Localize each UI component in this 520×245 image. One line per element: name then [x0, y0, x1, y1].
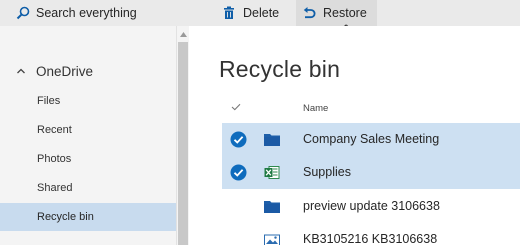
- sidebar-scrollbar[interactable]: [176, 26, 189, 245]
- sidebar-item-recycle-bin[interactable]: Recycle bin: [0, 203, 176, 231]
- file-name[interactable]: KB3105216 KB3106638: [303, 232, 437, 245]
- sidebar-item-label: Photos: [37, 153, 72, 165]
- main-content: Recycle bin Name Company Sales Meeting S…: [189, 26, 520, 245]
- table-row[interactable]: preview update 3106638: [222, 190, 520, 223]
- sidebar-item-label: Recent: [37, 124, 72, 136]
- restore-icon: [303, 7, 316, 19]
- excel-file-icon: [264, 166, 280, 179]
- checked-circle-icon[interactable]: [230, 131, 247, 148]
- sidebar-item-shared[interactable]: Shared: [0, 174, 176, 202]
- command-bar: Search everything Delete Restore: [0, 0, 520, 26]
- table-row[interactable]: Company Sales Meeting: [222, 123, 520, 156]
- chevron-up-icon[interactable]: [16, 66, 26, 76]
- sidebar-item-label: Files: [37, 95, 61, 107]
- search-icon: [16, 6, 30, 20]
- file-name[interactable]: preview update 3106638: [303, 199, 440, 213]
- sidebar-item-label: Recycle bin: [37, 211, 94, 223]
- table-row[interactable]: Supplies: [222, 156, 520, 189]
- restore-label: Restore: [323, 6, 367, 20]
- nav-onedrive-root[interactable]: OneDrive: [0, 58, 176, 84]
- folder-icon: [264, 134, 280, 146]
- table-row[interactable]: KB3105216 KB3106638: [222, 223, 520, 245]
- file-name[interactable]: Supplies: [303, 165, 351, 179]
- scrollbar-thumb[interactable]: [178, 42, 188, 245]
- left-nav: OneDrive Files Recent Photos Shared Recy…: [0, 26, 176, 245]
- trash-icon: [224, 6, 234, 19]
- sidebar-item-photos[interactable]: Photos: [0, 145, 176, 173]
- nav-root-label: OneDrive: [36, 63, 94, 79]
- folder-icon: [264, 201, 280, 213]
- search-box[interactable]: Search everything: [0, 0, 189, 26]
- sidebar-item-label: Shared: [37, 182, 73, 194]
- sidebar-item-recent[interactable]: Recent: [0, 116, 176, 144]
- search-input[interactable]: Search everything: [36, 6, 137, 20]
- column-header-name[interactable]: Name: [303, 103, 328, 114]
- checked-circle-icon[interactable]: [230, 164, 247, 181]
- select-all-check-icon[interactable]: [231, 103, 241, 111]
- restore-button[interactable]: Restore: [296, 0, 377, 26]
- delete-button[interactable]: Delete: [222, 0, 279, 26]
- delete-label: Delete: [243, 6, 280, 20]
- page-title: Recycle bin: [219, 56, 341, 82]
- image-file-icon: [264, 234, 280, 245]
- file-name[interactable]: Company Sales Meeting: [303, 132, 439, 146]
- sidebar-item-files[interactable]: Files: [0, 87, 176, 115]
- scroll-up-arrow-icon[interactable]: [180, 32, 187, 37]
